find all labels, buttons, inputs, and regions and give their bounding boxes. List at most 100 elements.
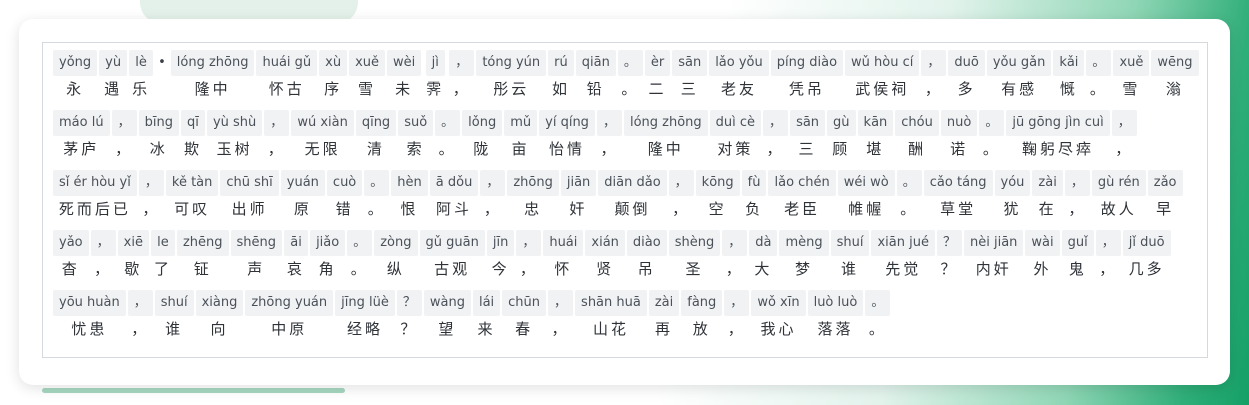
hanzi-text: ， (551, 320, 570, 338)
hanzi-text: 铅 (586, 80, 605, 98)
pinyin-text: ， (264, 110, 290, 136)
pinyin-text: wǒ xīn (751, 290, 806, 316)
ruby-unit: yōu huàn 忧患 (53, 290, 126, 342)
pinyin-text: ， (1064, 170, 1090, 196)
hanzi-text: 望 (438, 320, 457, 338)
hanzi-text: 雪 (358, 80, 377, 98)
pinyin-text: wài (1025, 230, 1060, 256)
hanzi-text: 吊 (637, 260, 656, 278)
pinyin-text: shèng (668, 230, 721, 256)
hanzi-text: 。 (438, 140, 457, 158)
hanzi-text: 歇 (124, 260, 143, 278)
pinyin-text: wú xiàn (291, 110, 354, 136)
pinyin-text: xuě (1113, 50, 1150, 76)
pinyin-text: duì cè (709, 110, 762, 136)
pinyin-text: wèi (387, 50, 422, 76)
ruby-unit: yǒng 永 (53, 50, 98, 102)
hanzi-text: 索 (406, 140, 425, 158)
hanzi-text: 序 (324, 80, 343, 98)
ruby-unit: zhōng yuán 中原 (245, 290, 334, 342)
ruby-unit: duō 多 (948, 50, 985, 102)
ruby-unit: wéi wò 帷幄 (837, 170, 895, 222)
ruby-unit: lǎo chén 老臣 (768, 170, 836, 222)
ruby-unit: xiān jué 先觉 (871, 230, 935, 282)
ruby-unit: qī 欺 (181, 110, 205, 162)
ruby-unit: huái gǔ 怀古 (256, 50, 318, 102)
pinyin-text: 。 (865, 290, 891, 316)
result-card: yǒng 永 yù 遇 lè 乐 • lóng zhōng 隆中 huái gǔ 怀古 xù 序 xuě 雪… (19, 19, 1230, 385)
hanzi-text: ， (267, 140, 286, 158)
pinyin-text: wéi wò (837, 170, 895, 196)
hanzi-text: 欺 (183, 140, 202, 158)
pinyin-text: 。 (1086, 50, 1112, 76)
pinyin-text: ？ (396, 290, 422, 316)
ruby-unit: kě tàn 可叹 (165, 170, 219, 222)
pinyin-text: mǔ (504, 110, 538, 136)
ruby-unit: máo lú 茅庐 (53, 110, 110, 162)
ruby-unit: chūn 春 (502, 290, 547, 342)
ruby-unit: jū gōng jìn cuì 鞠躬尽瘁 (1006, 110, 1110, 162)
ruby-unit: shuí 谁 (154, 290, 194, 342)
pinyin-text: huái (543, 230, 584, 256)
hanzi-text: 。 (982, 140, 1001, 158)
pinyin-text: lóng zhōng (170, 50, 255, 76)
hanzi-text: 茅庐 (63, 140, 100, 158)
pinyin-text: ， (1111, 110, 1137, 136)
pinyin-text: lǎo chén (768, 170, 836, 196)
hanzi-text: 怡情 (549, 140, 586, 158)
hanzi-text: 草堂 (940, 200, 977, 218)
pinyin-text: suǒ (398, 110, 434, 136)
ruby-unit: fàng 放 (681, 290, 723, 342)
pinyin-text: èr (644, 50, 671, 76)
pinyin-text: jiān (560, 170, 597, 196)
hanzi-text: ， (725, 260, 744, 278)
ruby-unit: 。。 (865, 290, 891, 342)
hanzi-text: ， (483, 200, 502, 218)
pinyin-text: ， (724, 290, 750, 316)
ruby-unit: èr 二 (644, 50, 671, 102)
pinyin-text: jiǎo (310, 230, 346, 256)
ruby-unit: ？？ (396, 290, 422, 342)
pinyin-text: 。 (347, 230, 373, 256)
hanzi-text: 放 (692, 320, 711, 338)
ruby-unit: gù rén 故人 (1091, 170, 1146, 222)
hanzi-text: 顾 (832, 140, 851, 158)
ruby-unit: yóu 犹 (994, 170, 1031, 222)
ruby-unit: wēng 滃 (1151, 50, 1199, 102)
hanzi-text: 。 (1089, 80, 1108, 98)
pinyin-text: duō (948, 50, 985, 76)
ruby-unit: xiē 歇 (117, 230, 149, 282)
pinyin-text: jū gōng jìn cuì (1006, 110, 1110, 136)
pinyin-text: ？ (936, 230, 962, 256)
ruby-unit: ，， (264, 110, 290, 162)
ruby-unit: mèng 梦 (779, 230, 829, 282)
hanzi-text: 如 (551, 80, 570, 98)
hanzi-text: ， (94, 260, 113, 278)
hanzi-text: 钲 (193, 260, 212, 278)
hanzi-text: 武侯祠 (855, 80, 910, 98)
ruby-unit: qiān 铅 (575, 50, 616, 102)
pinyin-text: ， (449, 50, 475, 76)
ruby-unit: cuò 错 (326, 170, 363, 222)
ruby-unit: 。。 (435, 110, 461, 162)
hanzi-text: 声 (247, 260, 266, 278)
hanzi-text: 多 (957, 80, 976, 98)
pinyin-text: kōng (695, 170, 740, 196)
ruby-unit: píng diào 凭吊 (770, 50, 844, 102)
pinyin-text: ， (722, 230, 748, 256)
hanzi-text: ， (924, 80, 943, 98)
ruby-unit: hèn 恨 (391, 170, 428, 222)
hanzi-text: 。 (621, 80, 640, 98)
pinyin-text: bīng (138, 110, 179, 136)
hanzi-text: 。 (350, 260, 369, 278)
hanzi-text: 古观 (434, 260, 471, 278)
pinyin-text: 。 (617, 50, 643, 76)
ruby-unit: ，， (516, 230, 542, 282)
hanzi-text: 经略 (346, 320, 383, 338)
ruby-unit: lóng zhōng 隆中 (170, 50, 255, 102)
hanzi-text: ， (1099, 260, 1118, 278)
pinyin-text: wàng (423, 290, 471, 316)
ruby-unit: ，， (921, 50, 947, 102)
ruby-unit: sǐ ér hòu yǐ 死而后已 (53, 170, 137, 222)
ruby-unit: diān dǎo 颠倒 (598, 170, 667, 222)
